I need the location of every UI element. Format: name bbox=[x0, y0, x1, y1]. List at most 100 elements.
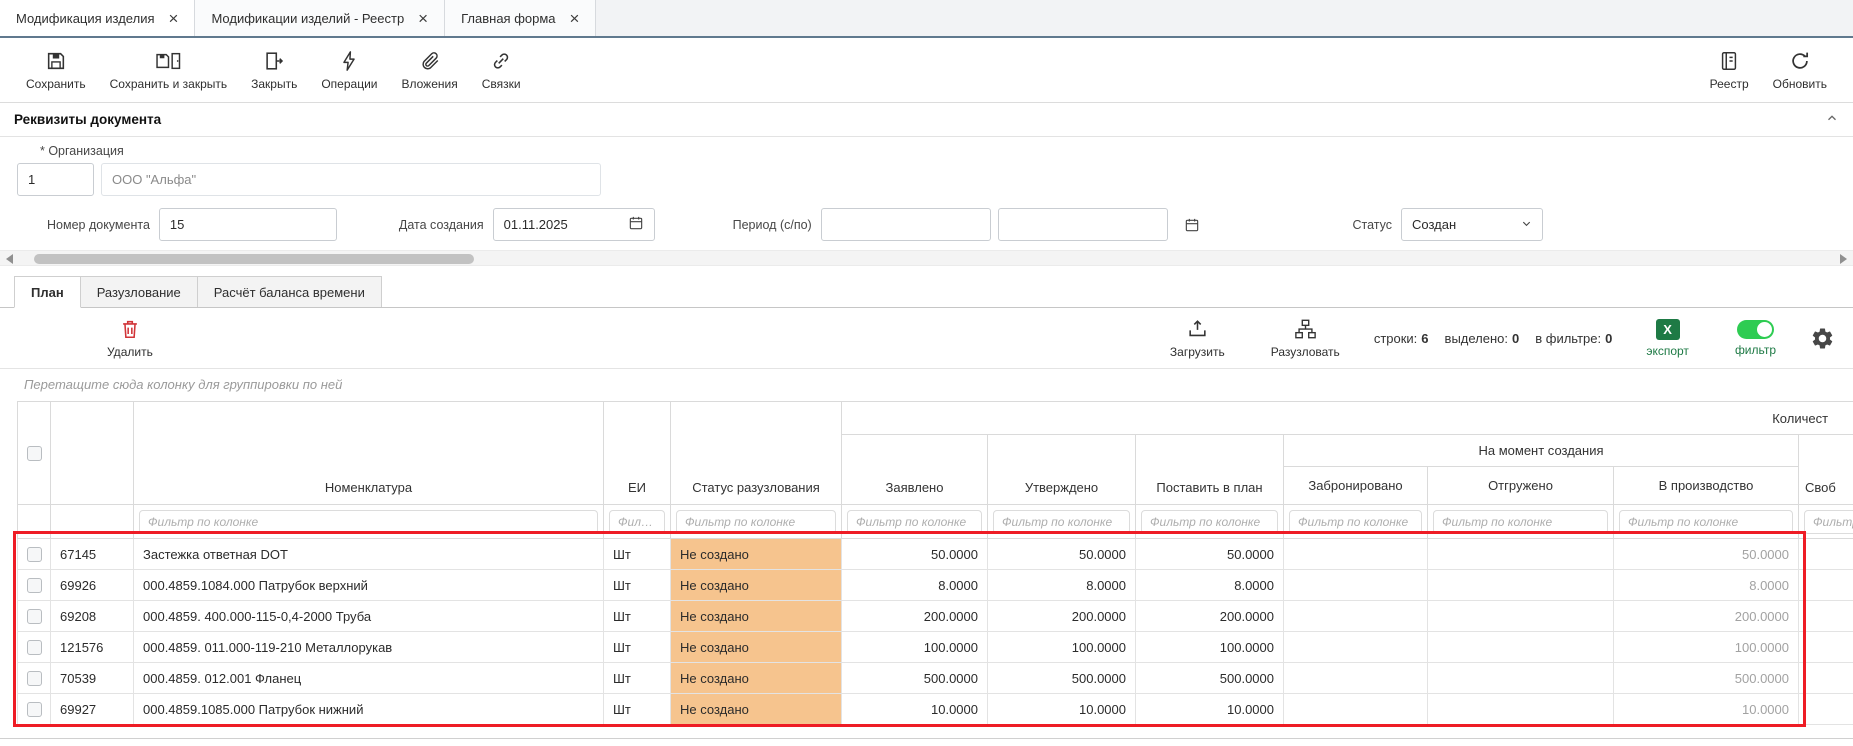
column-header-reserved[interactable]: Забронировано bbox=[1284, 467, 1428, 505]
creation-date-field[interactable]: 01.11.2025 bbox=[493, 208, 655, 241]
organization-label: * Организация bbox=[40, 144, 1853, 158]
collapse-chevron-up-icon[interactable] bbox=[1825, 111, 1839, 128]
filter-toggle[interactable]: фильтр bbox=[1723, 318, 1788, 359]
cell-free bbox=[1799, 570, 1853, 601]
calendar-icon[interactable] bbox=[628, 215, 644, 234]
save-button[interactable]: Сохранить bbox=[14, 48, 98, 93]
tab-explosion[interactable]: Разузлование bbox=[80, 276, 198, 307]
cell-in-production: 200.0000 bbox=[1614, 601, 1799, 632]
window-tab-modifications-registry[interactable]: Модификации изделий - Реестр × bbox=[195, 0, 445, 36]
scroll-right-icon[interactable] bbox=[1840, 254, 1847, 264]
filter-input-to-plan[interactable] bbox=[1141, 510, 1278, 534]
organization-code-field[interactable]: 1 bbox=[17, 163, 94, 196]
close-button[interactable]: Закрыть bbox=[239, 48, 309, 93]
horizontal-scrollbar[interactable] bbox=[0, 250, 1853, 266]
row-checkbox[interactable] bbox=[27, 640, 42, 655]
column-header-free[interactable]: Своб bbox=[1799, 435, 1853, 505]
close-tab-icon[interactable]: × bbox=[418, 10, 428, 27]
attachments-button[interactable]: Вложения bbox=[389, 48, 469, 93]
cell-explode-status: Не создано bbox=[671, 539, 842, 570]
table-row[interactable]: 69926000.4859.1084.000 Патрубок верхнийШ… bbox=[18, 570, 1853, 601]
cell-in-production: 10.0000 bbox=[1614, 694, 1799, 725]
filter-input-approved[interactable] bbox=[993, 510, 1130, 534]
refresh-button[interactable]: Обновить bbox=[1761, 48, 1839, 93]
cell-in-production: 500.0000 bbox=[1614, 663, 1799, 694]
document-fields: * Организация 1 ООО "Альфа" Номер докуме… bbox=[0, 144, 1853, 266]
chain-link-icon bbox=[490, 50, 512, 73]
table-row[interactable]: 67145Застежка ответная DOTШтНе создано50… bbox=[18, 539, 1853, 570]
cell-reserved bbox=[1284, 570, 1428, 601]
table-row[interactable]: 121576000.4859. 011.000-119-210 Металлор… bbox=[18, 632, 1853, 663]
export-button[interactable]: X экспорт bbox=[1634, 317, 1701, 360]
delete-button[interactable]: Удалить bbox=[95, 316, 165, 361]
filter-input-free[interactable] bbox=[1804, 510, 1853, 534]
tab-time-balance[interactable]: Расчёт баланса времени bbox=[197, 276, 382, 307]
table-row[interactable]: 69208000.4859. 400.000-115-0,4-2000 Труб… bbox=[18, 601, 1853, 632]
cell-to-plan: 50.0000 bbox=[1136, 539, 1284, 570]
filter-input-reserved[interactable] bbox=[1289, 510, 1422, 534]
window-tab-product-modification[interactable]: Модификация изделия × bbox=[0, 0, 195, 36]
period-to-field[interactable] bbox=[998, 208, 1168, 241]
column-header-code[interactable] bbox=[51, 402, 134, 505]
column-header-approved[interactable]: Утверждено bbox=[988, 435, 1136, 505]
select-all-checkbox[interactable] bbox=[27, 446, 42, 461]
links-button[interactable]: Связки bbox=[470, 48, 533, 93]
cell-approved: 100.0000 bbox=[988, 632, 1136, 663]
filter-input-nomenclature[interactable] bbox=[139, 510, 598, 534]
period-from-field[interactable] bbox=[821, 208, 991, 241]
filter-input-unit[interactable] bbox=[609, 510, 665, 534]
cell-requested: 200.0000 bbox=[842, 601, 988, 632]
selected-counter: выделено:0 bbox=[1445, 331, 1520, 346]
table-row[interactable]: 70539000.4859. 012.001 ФланецШтНе создан… bbox=[18, 663, 1853, 694]
window-tab-main-form[interactable]: Главная форма × bbox=[445, 0, 596, 36]
column-group-quantity: Количест bbox=[842, 402, 1853, 435]
column-header-to-plan[interactable]: Поставить в план bbox=[1136, 435, 1284, 505]
row-checkbox[interactable] bbox=[27, 671, 42, 686]
table-row[interactable]: 69927000.4859.1085.000 Патрубок нижнийШт… bbox=[18, 694, 1853, 725]
data-grid: Номенклатура ЕИ Статус разузлования Коли… bbox=[17, 401, 1853, 725]
organization-name-field[interactable]: ООО "Альфа" bbox=[101, 163, 601, 196]
scrollbar-thumb[interactable] bbox=[34, 254, 474, 264]
row-checkbox[interactable] bbox=[27, 609, 42, 624]
column-header-requested[interactable]: Заявлено bbox=[842, 435, 988, 505]
filter-input-shipped[interactable] bbox=[1433, 510, 1608, 534]
cell-free bbox=[1799, 694, 1853, 725]
cell-requested: 100.0000 bbox=[842, 632, 988, 663]
column-header-unit[interactable]: ЕИ bbox=[604, 402, 671, 505]
registry-button[interactable]: Реестр bbox=[1698, 48, 1761, 93]
operations-button[interactable]: Операции bbox=[309, 48, 389, 93]
cell-requested: 10.0000 bbox=[842, 694, 988, 725]
load-button[interactable]: Загрузить bbox=[1158, 316, 1237, 361]
filter-cell-code bbox=[51, 505, 134, 539]
cell-approved: 10.0000 bbox=[988, 694, 1136, 725]
doc-number-field[interactable]: 15 bbox=[159, 208, 337, 241]
excel-icon: X bbox=[1656, 319, 1680, 340]
status-select[interactable]: Создан bbox=[1401, 208, 1543, 241]
cell-shipped bbox=[1428, 601, 1614, 632]
column-header-nomenclature[interactable]: Номенклатура bbox=[134, 402, 604, 505]
window-tab-label: Модификации изделий - Реестр bbox=[211, 11, 404, 26]
grid-body: 67145Застежка ответная DOTШтНе создано50… bbox=[18, 539, 1853, 725]
close-tab-icon[interactable]: × bbox=[570, 10, 580, 27]
row-checkbox[interactable] bbox=[27, 702, 42, 717]
save-and-close-button[interactable]: Сохранить и закрыть bbox=[98, 48, 239, 93]
toggle-on-icon[interactable] bbox=[1737, 320, 1774, 339]
close-tab-icon[interactable]: × bbox=[169, 10, 179, 27]
filter-input-requested[interactable] bbox=[847, 510, 982, 534]
cell-unit: Шт bbox=[604, 694, 671, 725]
column-header-explode-status[interactable]: Статус разузлования bbox=[671, 402, 842, 505]
settings-gear-icon[interactable] bbox=[1810, 326, 1835, 351]
calendar-icon[interactable] bbox=[1184, 217, 1200, 233]
scroll-left-icon[interactable] bbox=[6, 254, 13, 264]
row-checkbox[interactable] bbox=[27, 547, 42, 562]
column-header-in-production[interactable]: В производство bbox=[1614, 467, 1799, 505]
tab-plan[interactable]: План bbox=[14, 276, 81, 308]
filter-input-in-production[interactable] bbox=[1619, 510, 1793, 534]
paperclip-icon bbox=[419, 50, 441, 73]
explode-button[interactable]: Разузловать bbox=[1259, 316, 1352, 361]
grid-toolbar: Удалить Загрузить Разузловать строки:6 в… bbox=[0, 308, 1853, 368]
row-checkbox[interactable] bbox=[27, 578, 42, 593]
filter-input-explode-status[interactable] bbox=[676, 510, 836, 534]
lightning-icon bbox=[338, 50, 360, 73]
column-header-shipped[interactable]: Отгружено bbox=[1428, 467, 1614, 505]
